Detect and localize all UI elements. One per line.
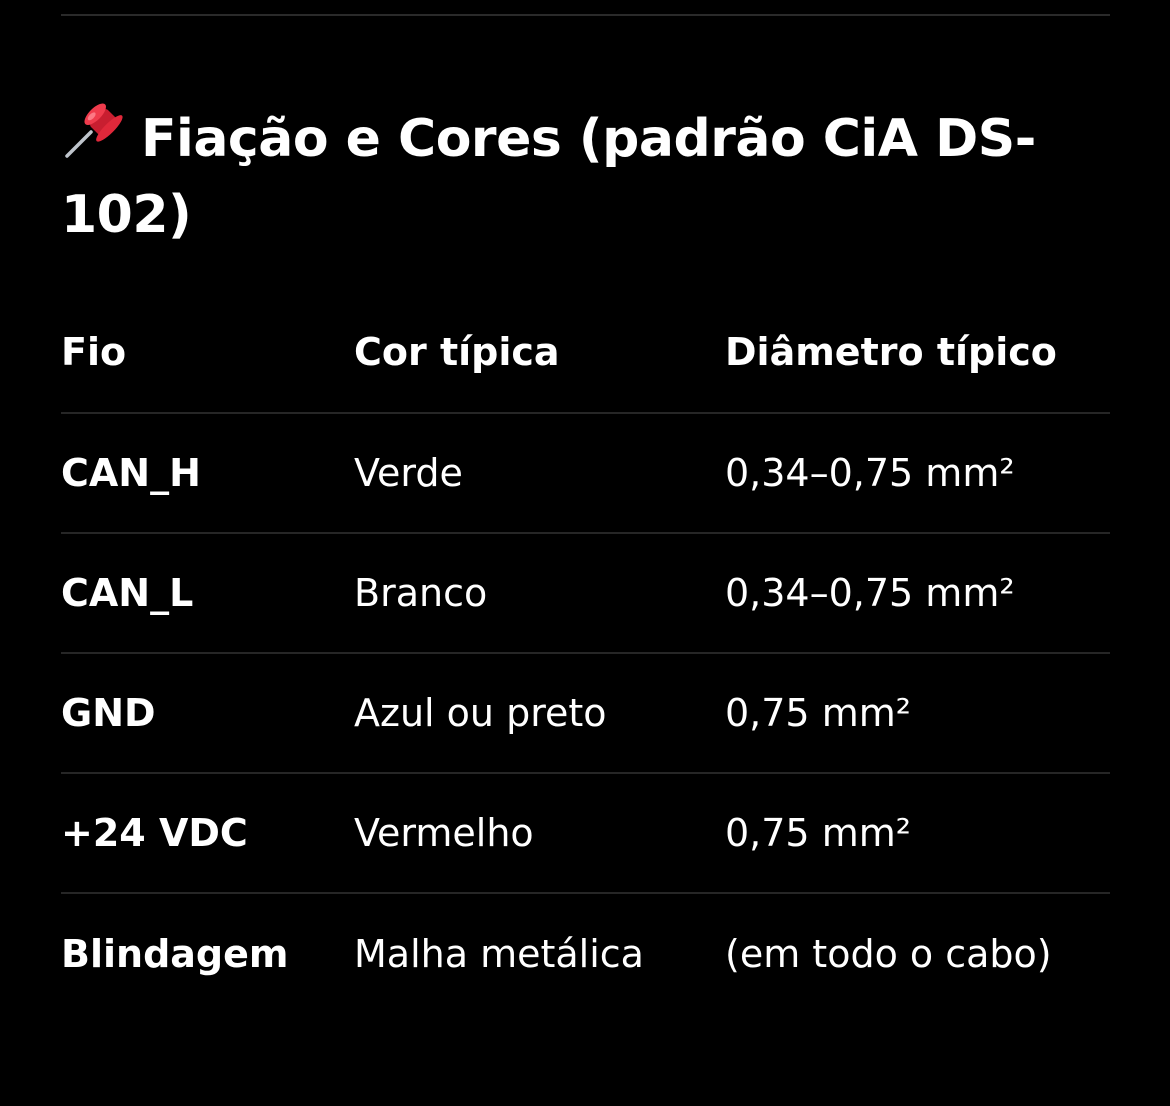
wire-color: Branco [354,571,488,615]
wire-diameter: 0,34–0,75 mm² [725,451,1015,495]
table-header-row: Fio Cor típica Diâmetro típico [61,292,1110,414]
table-row: GND Azul ou preto 0,75 mm² [61,654,1110,774]
wire-color: Azul ou preto [354,691,607,735]
section-title: Fiação e Cores (padrão CiA DS-102) [61,109,1036,245]
table-row: CAN_H Verde 0,34–0,75 mm² [61,414,1110,534]
wire-color: Vermelho [354,811,534,855]
wire-name: CAN_H [61,451,201,495]
column-header-color: Cor típica [354,330,560,374]
wire-diameter: 0,34–0,75 mm² [725,571,1015,615]
table-row: +24 VDC Vermelho 0,75 mm² [61,774,1110,894]
wire-name: GND [61,691,156,735]
wire-color: Malha metálica [354,932,644,976]
wire-diameter: (em todo o cabo) [725,932,1052,976]
wire-name: Blindagem [61,932,289,976]
wire-diameter: 0,75 mm² [725,691,911,735]
wire-diameter: 0,75 mm² [725,811,911,855]
top-divider [61,14,1110,16]
column-header-diameter: Diâmetro típico [725,330,1057,374]
wire-name: CAN_L [61,571,194,615]
column-header-wire: Fio [61,330,127,374]
pushpin-icon [61,100,131,160]
table-row: CAN_L Branco 0,34–0,75 mm² [61,534,1110,654]
wiring-table: Fio Cor típica Diâmetro típico CAN_H Ver… [61,292,1110,1014]
table-row: Blindagem Malha metálica (em todo o cabo… [61,894,1110,1014]
wire-color: Verde [354,451,463,495]
section-heading: Fiação e Cores (padrão CiA DS-102) [61,100,1061,253]
wire-name: +24 VDC [61,811,248,855]
